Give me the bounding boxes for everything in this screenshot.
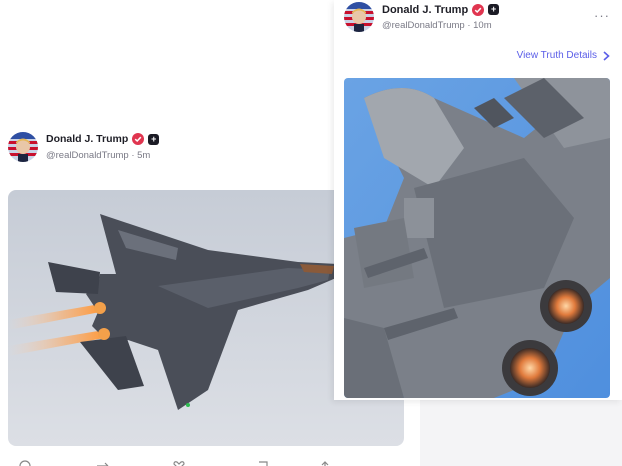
plus-badge-icon: + — [488, 4, 500, 15]
view-details-label: View Truth Details — [516, 50, 597, 61]
author-info: Donald J. Trump + @realDonaldTrump · 5m — [46, 133, 160, 161]
more-icon[interactable]: ··· — [594, 8, 610, 23]
like-icon[interactable] — [172, 460, 186, 466]
post-image[interactable] — [344, 78, 610, 398]
author-info: Donald J. Trump + @realDonaldTrump · 10m — [382, 3, 500, 31]
author-meta: @realDonaldTrump · 10m — [382, 20, 499, 31]
verified-badge-icon — [132, 133, 145, 145]
author-handle[interactable]: @realDonaldTrump — [46, 150, 129, 161]
post-time[interactable]: 5m — [137, 150, 150, 161]
retruth-icon[interactable] — [96, 460, 110, 466]
bookmark-icon[interactable] — [256, 460, 270, 466]
post-header: Donald J. Trump + @realDonaldTrump · 5m — [8, 132, 160, 162]
author-name[interactable]: Donald J. Trump — [382, 4, 468, 16]
author-avatar[interactable] — [8, 132, 38, 162]
post-time[interactable]: 10m — [473, 20, 491, 31]
chevron-right-icon — [603, 50, 610, 61]
author-handle[interactable]: @realDonaldTrump — [382, 20, 465, 31]
post-header: Donald J. Trump + @realDonaldTrump · 10m — [344, 2, 500, 32]
author-name[interactable]: Donald J. Trump — [46, 133, 128, 145]
post-actions — [0, 458, 420, 466]
view-truth-details-link[interactable]: View Truth Details — [517, 50, 610, 61]
share-icon[interactable] — [318, 460, 332, 466]
verified-badge-icon — [472, 3, 485, 16]
plus-badge-icon: + — [148, 133, 160, 145]
author-meta: @realDonaldTrump · 5m — [46, 150, 159, 161]
post-card-newer: Donald J. Trump + @realDonaldTrump · 10m… — [334, 0, 622, 400]
author-avatar[interactable] — [344, 2, 374, 32]
reply-icon[interactable] — [18, 460, 32, 466]
